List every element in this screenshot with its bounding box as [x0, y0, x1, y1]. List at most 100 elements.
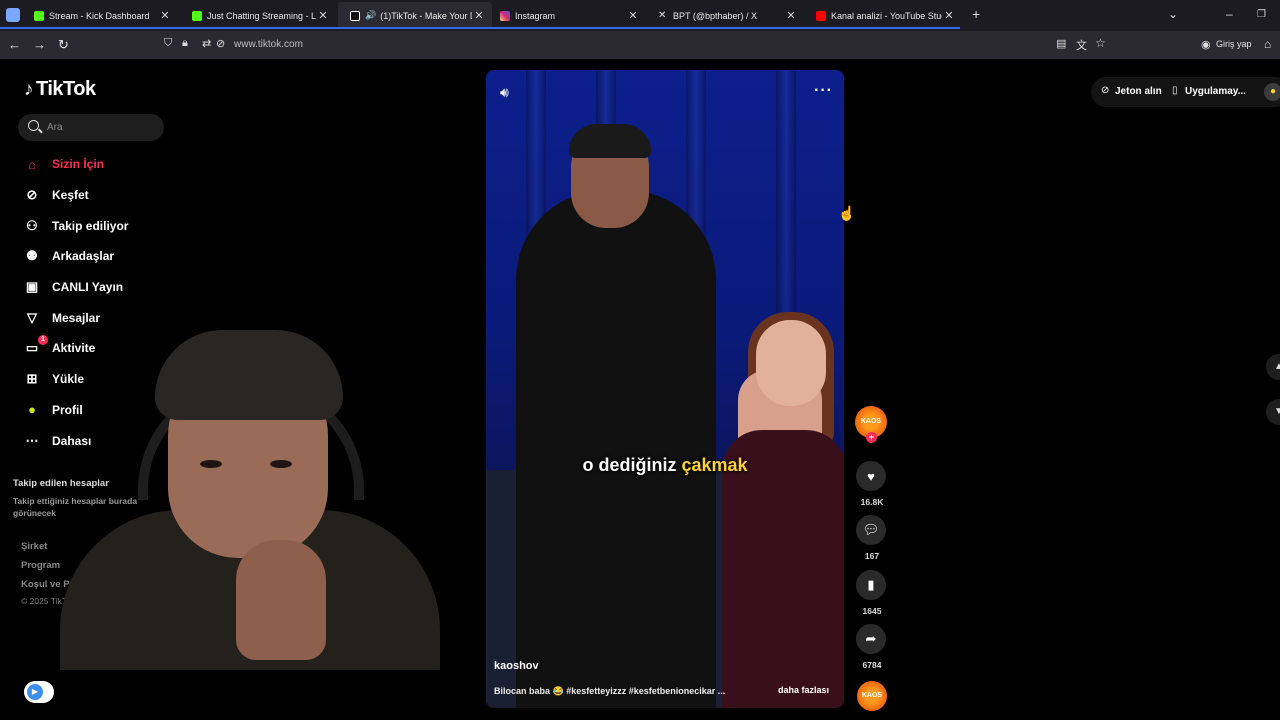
floating-app-button[interactable]: ▶ [24, 681, 54, 703]
comment-icon: 💬︎ [862, 522, 880, 537]
account-icon[interactable]: ◉ [1201, 38, 1211, 51]
sidebar-item-label: Takip ediliyor [52, 218, 129, 233]
tiktok-note-icon: ♪ [24, 79, 34, 100]
tiktok-logo[interactable]: ♪ TikTok [24, 78, 96, 101]
bookmark-star-icon[interactable]: ☆ [1095, 36, 1106, 50]
video-player[interactable]: 🔊︎ ··· o dediğiniz çakmak kaoshov Biloca… [486, 70, 844, 708]
video-subtitle: o dediğiniz çakmak [486, 455, 844, 476]
share-count: 6784 [862, 660, 882, 670]
caption-more-link[interactable]: daha fazlası [778, 685, 829, 695]
comment-button[interactable]: 💬︎ [856, 515, 886, 545]
new-tab-button[interactable]: + [972, 6, 980, 22]
video-options-icon[interactable]: ··· [814, 82, 833, 100]
bookmark-icon: ▮ [867, 577, 875, 592]
search-icon [28, 120, 39, 131]
sidebar-item-live[interactable]: ▣ CANLI Yayın [22, 272, 128, 303]
tab-list-chevron-icon[interactable]: ⌄ [1168, 7, 1178, 21]
url-text: www.tiktok.com [234, 39, 303, 50]
tab-title: Stream - Kick Dashboard [49, 10, 150, 21]
tab-underline [0, 27, 960, 29]
sidebar-item-label: CANLI Yayın [52, 280, 124, 295]
browser-menu-icon[interactable] [6, 8, 20, 22]
browser-tab-bar: Stream - Kick Dashboard ✕ Just Chatting … [0, 0, 1280, 31]
notification-badge: 1 [38, 335, 48, 346]
home-icon: ⌂ [28, 156, 36, 172]
speaker-icon[interactable]: 🔊 [365, 10, 376, 21]
volume-icon[interactable]: 🔊︎ [500, 84, 509, 101]
author-avatar[interactable]: KAOS + [855, 406, 887, 443]
lock-icon[interactable]: 🔒︎ [182, 37, 188, 50]
tab-kick-dashboard[interactable]: Stream - Kick Dashboard ✕ [22, 2, 178, 29]
previous-video-button[interactable]: ▲ [1266, 354, 1280, 380]
webcam-eye [200, 460, 222, 468]
sidebar-item-label: Sizin İçin [52, 157, 105, 172]
compass-icon: ⊘ [26, 187, 38, 203]
close-tab-icon[interactable]: ✕ [942, 9, 956, 22]
close-tab-icon[interactable]: ✕ [316, 9, 330, 22]
music-disc[interactable]: KAOS [857, 681, 887, 711]
maximize-button[interactable]: ❐ [1257, 9, 1266, 20]
tab-youtube-studio[interactable]: Kanal analizi - YouTube Studio ✕ [804, 2, 962, 29]
close-tab-icon[interactable]: ✕ [626, 9, 640, 22]
forward-icon[interactable]: → [33, 37, 46, 52]
like-button[interactable]: ♥ [856, 461, 886, 491]
reader-view-icon[interactable]: ▤ [1056, 37, 1066, 50]
tab-title: (1)TikTok - Make Your Day [380, 10, 472, 21]
sidebar-item-explore[interactable]: ⊘ Keşfet [22, 180, 128, 211]
webcam-hand [236, 540, 326, 660]
sidebar-item-friends[interactable]: ⚉ Arkadaşlar [22, 241, 128, 272]
phone-icon: ▯ [1172, 85, 1178, 96]
following-icon: ⚇ [26, 217, 38, 233]
play-icon: ▶ [27, 684, 43, 700]
tab-title: Instagram [515, 10, 556, 21]
tab-title: Just Chatting Streaming - Live S [207, 10, 316, 21]
close-tab-icon[interactable]: ✕ [784, 9, 798, 22]
share-icon: ➦ [865, 631, 877, 646]
save-button[interactable]: ▮ [856, 570, 886, 600]
follow-plus-icon[interactable]: + [866, 432, 877, 443]
logo-text: TikTok [36, 78, 96, 100]
like-count: 16.8K [860, 497, 884, 507]
user-avatar-icon[interactable]: ● [1264, 83, 1280, 101]
tab-just-chatting[interactable]: Just Chatting Streaming - Live S ✕ [180, 2, 336, 29]
tab-x-bpthaber[interactable]: ✕ BPT (@bpthaber) / X ✕ [646, 2, 804, 29]
kick-icon [192, 10, 202, 21]
camera-blocked-icon[interactable]: ⊘ [216, 37, 225, 50]
video-man-hair [569, 124, 651, 158]
sign-in-button[interactable]: Giriş yap [1216, 39, 1252, 49]
translate-icon[interactable]: 文 [1076, 37, 1087, 53]
sidebar-item-messages[interactable]: ▽ Mesajlar [22, 302, 128, 333]
sidebar-item-for-you[interactable]: ⌂ Sizin İçin [22, 149, 128, 180]
permissions-icon[interactable]: ⇄ [202, 37, 211, 50]
get-app-button[interactable]: Uygulamay... [1185, 86, 1246, 97]
youtube-icon [816, 10, 826, 21]
footer-link-program[interactable]: Program [21, 560, 60, 571]
tab-title: BPT (@bpthaber) / X [673, 10, 758, 21]
webcam-hair [155, 330, 343, 420]
next-video-button[interactable]: ▼ [1266, 399, 1280, 425]
close-tab-icon[interactable]: ✕ [158, 9, 172, 22]
friends-icon: ⚉ [26, 248, 38, 264]
extensions-icon[interactable]: ⌂ [1264, 37, 1271, 51]
footer-link-company[interactable]: Şirket [21, 541, 47, 552]
video-man-figure [516, 190, 716, 708]
close-tab-icon[interactable]: ✕ [472, 9, 486, 22]
search-placeholder: Ara [47, 122, 63, 133]
tiktok-icon [350, 10, 360, 21]
minimize-button[interactable]: – [1226, 7, 1233, 21]
share-button[interactable]: ➦ [856, 624, 886, 654]
sidebar-item-label: Keşfet [52, 188, 89, 203]
sidebar-item-label: Arkadaşlar [52, 249, 115, 264]
tab-instagram[interactable]: Instagram ✕ [488, 2, 646, 29]
reload-icon[interactable]: ↻ [58, 37, 69, 53]
url-bar[interactable]: ⛉ 🔒︎ ⇄ ⊘ www.tiktok.com ▤ 文 ☆ [158, 34, 1106, 56]
shield-icon[interactable]: ⛉ [164, 37, 172, 50]
get-coins-button[interactable]: Jeton alın [1115, 86, 1162, 97]
tab-tiktok[interactable]: 🔊 (1)TikTok - Make Your Day ✕ [338, 2, 492, 29]
back-icon[interactable]: ← [8, 37, 21, 52]
tab-title: Kanal analizi - YouTube Studio [831, 10, 942, 21]
sidebar-item-following[interactable]: ⚇ Takip ediliyor [22, 210, 128, 241]
video-woman-head [756, 320, 826, 406]
video-author[interactable]: kaoshov [494, 660, 539, 672]
search-input[interactable]: Ara [18, 114, 164, 141]
